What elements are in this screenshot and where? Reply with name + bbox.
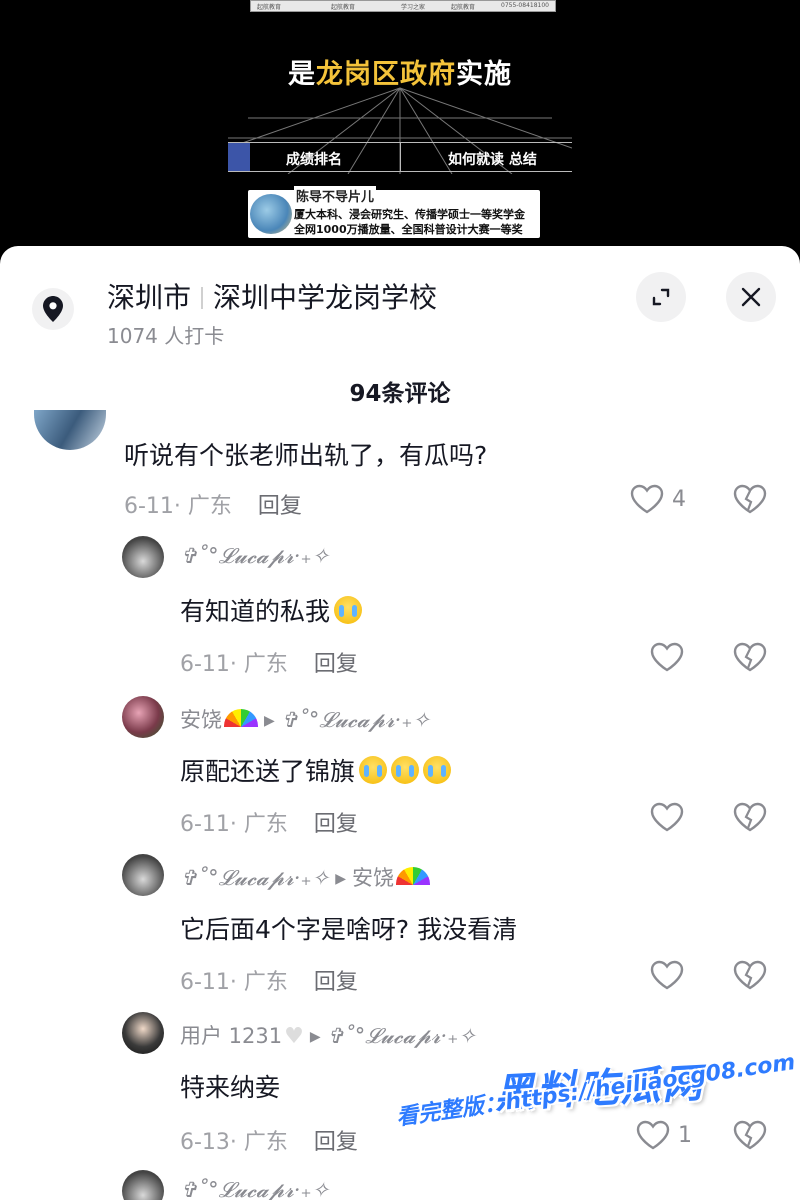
location-pin-icon [32, 288, 74, 330]
comment-text-value: 有知道的私我 [180, 597, 331, 626]
table-cell: 起航教育 [257, 4, 282, 11]
comment-text: 特来纳妾 [180, 1073, 281, 1102]
heart-icon[interactable] [650, 960, 684, 990]
comment-meta: 6-11· 广东 回复 [180, 646, 358, 678]
avatar[interactable] [34, 410, 106, 450]
rainbow-icon [396, 867, 431, 885]
creator-name: 陈导不导片儿 [294, 186, 377, 205]
username-text: ✞˚°𝓛𝓾𝓬𝓪𝓹𝓻·₊✧ [180, 544, 330, 568]
reply-target: 安饶 [352, 866, 395, 890]
checkin-count: 1074 人打卡 [107, 324, 225, 348]
reply-target: ✞˚°𝓛𝓾𝓬𝓪𝓹𝓻·₊✧ [326, 1024, 476, 1048]
username-text: 安饶 [180, 708, 222, 732]
comment-meta: 6-11· 广东 回复 [180, 806, 358, 838]
reply-button[interactable]: 回复 [314, 812, 358, 837]
reply-button[interactable]: 回复 [314, 970, 358, 995]
crying-emoji-icon [391, 756, 420, 784]
avatar[interactable] [122, 536, 164, 578]
heart-icon[interactable] [650, 802, 684, 832]
like-count: 4 [672, 486, 686, 512]
creator-bio-line: 全网1000万播放量、全国科普设计大赛一等奖 [294, 223, 523, 236]
video-table-strip: 起航教育 起航教育 学习之家 起航教育 0755-08418100 [250, 0, 556, 12]
heart-icon [630, 484, 664, 514]
location-separator [201, 287, 204, 309]
comment-username[interactable]: ✞˚°𝓛𝓾𝓬𝓪𝓹𝓻·₊✧ ▶ 安饶 [180, 862, 431, 892]
comment-username[interactable]: 安饶 ▶ ✞˚°𝓛𝓾𝓬𝓪𝓹𝓻·₊✧ [180, 704, 430, 734]
comment-text-value: 原配还送了锦旗 [180, 757, 356, 786]
username-text: 用户 1231 [180, 1024, 283, 1048]
reply-button[interactable]: 回复 [314, 1130, 358, 1155]
crying-emoji-icon [423, 756, 452, 784]
table-cell: 0755-08418100 [501, 2, 549, 9]
comment-meta: 6-13· 广东 回复 [180, 1124, 358, 1156]
reply-arrow-icon: ▶ [264, 713, 275, 729]
comment-date: 6-11· 广东 [180, 970, 288, 995]
dislike-icon[interactable] [733, 802, 767, 832]
nav-accent [228, 143, 250, 171]
close-icon [741, 287, 761, 307]
creator-bio-line: 厦大本科、浸会研究生、传播学硕士一等奖学金 [294, 208, 525, 221]
table-cell: 学习之家 [401, 4, 426, 11]
reply-arrow-icon: ▶ [309, 1029, 321, 1045]
nav-divider [400, 143, 401, 171]
comment-username[interactable]: ✞˚°𝓛𝓾𝓬𝓪𝓹𝓻·₊✧ [180, 1178, 329, 1200]
creator-banner[interactable]: 陈导不导片儿 厦大本科、浸会研究生、传播学硕士一等奖学金 全网1000万播放量、… [248, 186, 540, 238]
dislike-icon[interactable] [733, 1120, 767, 1150]
expand-icon [652, 288, 670, 306]
comment-date: 6-13· 广东 [180, 1130, 288, 1155]
rainbow-icon [224, 709, 258, 727]
like-button[interactable]: 4 [630, 484, 686, 514]
headline-part: 是 [288, 59, 316, 90]
nav-left-label: 成绩排名 [286, 152, 342, 168]
comment-username[interactable]: ✞˚°𝓛𝓾𝓬𝓪𝓹𝓻·₊✧ [180, 544, 329, 569]
like-button[interactable]: 1 [636, 1120, 692, 1150]
nav-right-label: 如何就读 总结 [448, 152, 537, 168]
headline-part: 实施 [456, 59, 512, 90]
location-place: 深圳中学龙岗学校 [213, 281, 438, 314]
headline-highlight: 龙岗区政府 [316, 59, 456, 90]
avatar[interactable] [122, 1012, 164, 1054]
comment-meta: 6-11· 广东 回复 [180, 964, 358, 996]
comment-date: 6-11· 广东 [180, 652, 288, 677]
crying-emoji-icon [359, 756, 388, 784]
reply-button[interactable]: 回复 [314, 652, 358, 677]
reply-arrow-icon: ▶ [335, 871, 347, 887]
comment-meta: 6-11· 广东 回复 [124, 488, 302, 520]
comment-text: 有知道的私我 [180, 592, 363, 628]
comment-date: 6-11· 广东 [124, 494, 232, 519]
comment-text: 它后面4个字是啥呀? 我没看清 [180, 915, 518, 944]
reply-button[interactable]: 回复 [258, 494, 302, 519]
dislike-icon[interactable] [733, 960, 767, 990]
crying-emoji-icon [334, 596, 363, 624]
comment-count-header: 94条评论 [349, 381, 451, 407]
avatar[interactable] [122, 696, 164, 738]
table-cell: 起航教育 [451, 4, 476, 11]
video-headline: 是龙岗区政府实施 [228, 52, 572, 91]
avatar[interactable] [122, 854, 164, 896]
dislike-icon[interactable] [733, 484, 767, 514]
video-player[interactable]: 起航教育 起航教育 学习之家 起航教育 0755-08418100 是龙岗区政府… [0, 0, 800, 262]
heart-icon [636, 1120, 670, 1150]
avatar[interactable] [122, 1170, 164, 1200]
comment-text: 听说有个张老师出轨了，有瓜吗? [124, 441, 488, 470]
creator-avatar [250, 194, 292, 234]
comment-username[interactable]: 用户 1231♥ ▶ ✞˚°𝓛𝓾𝓬𝓪𝓹𝓻·₊✧ [180, 1020, 476, 1050]
comment-date: 6-11· 广东 [180, 812, 288, 837]
reply-target: ✞˚°𝓛𝓾𝓬𝓪𝓹𝓻·₊✧ [280, 708, 431, 732]
dislike-icon[interactable] [733, 642, 767, 672]
comment-text: 原配还送了锦旗 [180, 752, 452, 788]
table-cell: 起航教育 [331, 4, 356, 11]
location-city: 深圳市 [107, 281, 192, 314]
username-text: ✞˚°𝓛𝓾𝓬𝓪𝓹𝓻·₊✧ [180, 866, 330, 890]
close-button[interactable] [726, 272, 776, 322]
like-count: 1 [678, 1122, 692, 1148]
video-nav-bar: 成绩排名 如何就读 总结 [228, 142, 572, 172]
location-title[interactable]: 深圳市 深圳中学龙岗学校 [107, 276, 437, 316]
heart-icon[interactable] [650, 642, 684, 672]
username-text: ✞˚°𝓛𝓾𝓬𝓪𝓹𝓻·₊✧ [180, 1178, 330, 1200]
expand-button[interactable] [636, 272, 686, 322]
white-heart-icon: ♥ [284, 1024, 304, 1049]
